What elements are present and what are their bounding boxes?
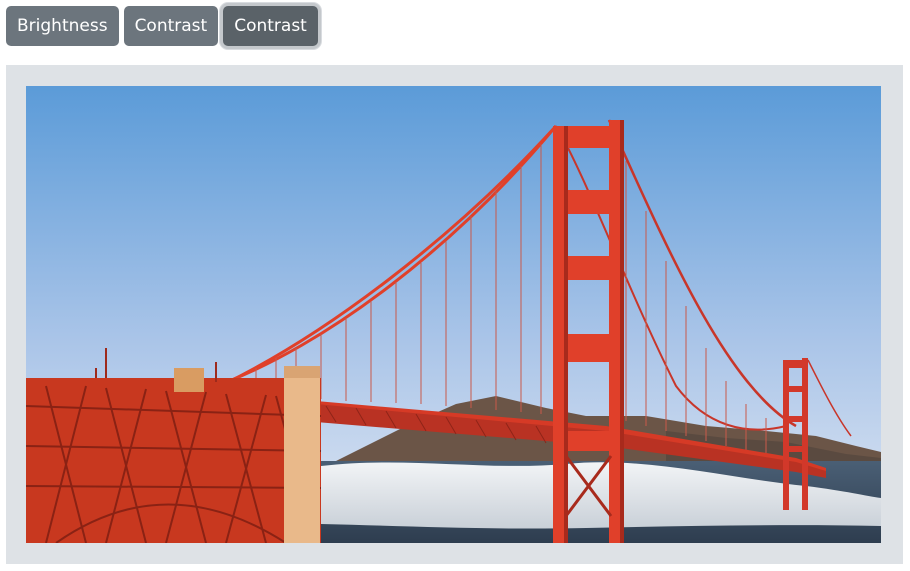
contrast-button-active[interactable]: Contrast xyxy=(223,6,318,46)
brightness-button[interactable]: Brightness xyxy=(6,6,119,46)
bridge-image xyxy=(26,86,881,543)
image-frame xyxy=(6,65,903,564)
pier xyxy=(284,366,320,543)
filter-toolbar: Brightness Contrast Contrast xyxy=(6,6,318,46)
bridge-illustration xyxy=(26,86,881,543)
contrast-button[interactable]: Contrast xyxy=(123,6,219,46)
